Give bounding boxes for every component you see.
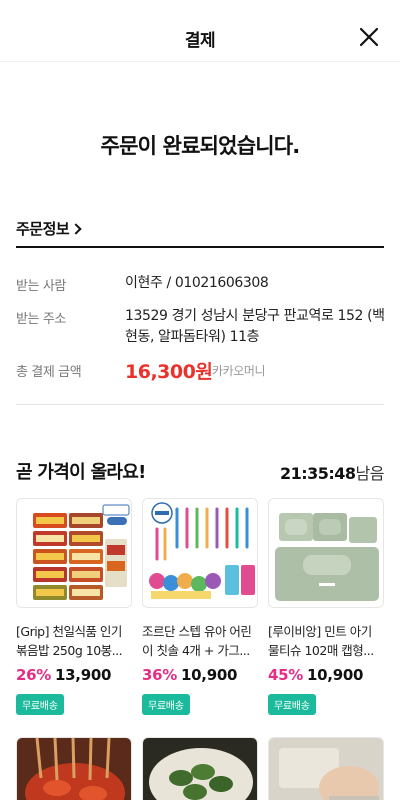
product-name: 조르단 스텝 유아 어린이 칫솔 4개 + 가그... (142, 624, 252, 658)
payment-method: 카카오머니 (212, 364, 266, 378)
product-name: [Grip] 천일식품 인기 볶음밥 250g 10봉... (16, 624, 123, 658)
total-amount-value: 16,300원 (125, 361, 213, 383)
product-card[interactable]: 조르단 스텝 유아 어린이 칫솔 4개 + 가그... 36% 10,900 무료… (142, 498, 258, 715)
free-shipping-badge: 무료배송 (268, 694, 316, 715)
discount-rate: 36% (142, 666, 178, 684)
price-row: 26% 13,900 (16, 665, 132, 687)
discount-rate: 45% (268, 666, 304, 684)
product-price: 13,900 (55, 666, 112, 684)
product-image (142, 498, 258, 608)
close-button[interactable] (356, 24, 382, 50)
page-title: 결제 (184, 31, 216, 51)
product-image (16, 498, 132, 608)
countdown-suffix: 남음 (355, 464, 385, 483)
recipient-label: 받는 사람 (16, 279, 66, 294)
product-card[interactable]: [Grip] 천일식품 인기 볶음밥 250g 10봉... 26% 13,900… (16, 498, 132, 715)
price-row: 36% 10,900 (142, 665, 258, 687)
order-info-divider (16, 246, 384, 248)
recipient-value: 이현주 / 01021606308 (125, 275, 269, 291)
product-price: 10,900 (181, 666, 238, 684)
order-info-link[interactable]: 주문정보 (16, 218, 82, 239)
close-icon (359, 27, 379, 47)
free-shipping-badge: 무료배송 (142, 694, 190, 715)
address-label: 받는 주소 (16, 312, 66, 327)
product-image (268, 498, 384, 608)
product-name: [루이비앙] 민트 아기 물티슈 102매 캡형... (268, 624, 374, 658)
total-amount-label: 총 결제 금액 (16, 365, 82, 380)
price-up-title: 곧 가격이 올라요! (16, 462, 146, 483)
address-value: 13529 경기 성남시 분당구 판교역로 152 (백현동, 알파돔타워) 1… (125, 308, 385, 345)
discount-rate: 26% (16, 666, 52, 684)
chevron-right-icon (70, 223, 82, 235)
product-image[interactable] (268, 737, 384, 800)
price-row: 45% 10,900 (268, 665, 384, 687)
product-image[interactable] (16, 737, 132, 800)
free-shipping-badge: 무료배송 (16, 694, 64, 715)
completion-message: 주문이 완료되었습니다. (100, 134, 301, 158)
order-complete-page: 결제 주문이 완료되었습니다. 주문정보 받는 사람 이현주 / 0102160… (0, 0, 400, 800)
section-divider (16, 404, 384, 405)
order-info-title: 주문정보 (16, 220, 70, 238)
product-price: 10,900 (307, 666, 364, 684)
product-image[interactable] (142, 737, 258, 800)
product-card[interactable]: [루이비앙] 민트 아기 물티슈 102매 캡형... 45% 10,900 무료… (268, 498, 384, 715)
header: 결제 (0, 0, 400, 62)
countdown-timer: 21:35:48남음 (279, 460, 385, 484)
countdown-time: 21:35:48 (279, 464, 356, 483)
